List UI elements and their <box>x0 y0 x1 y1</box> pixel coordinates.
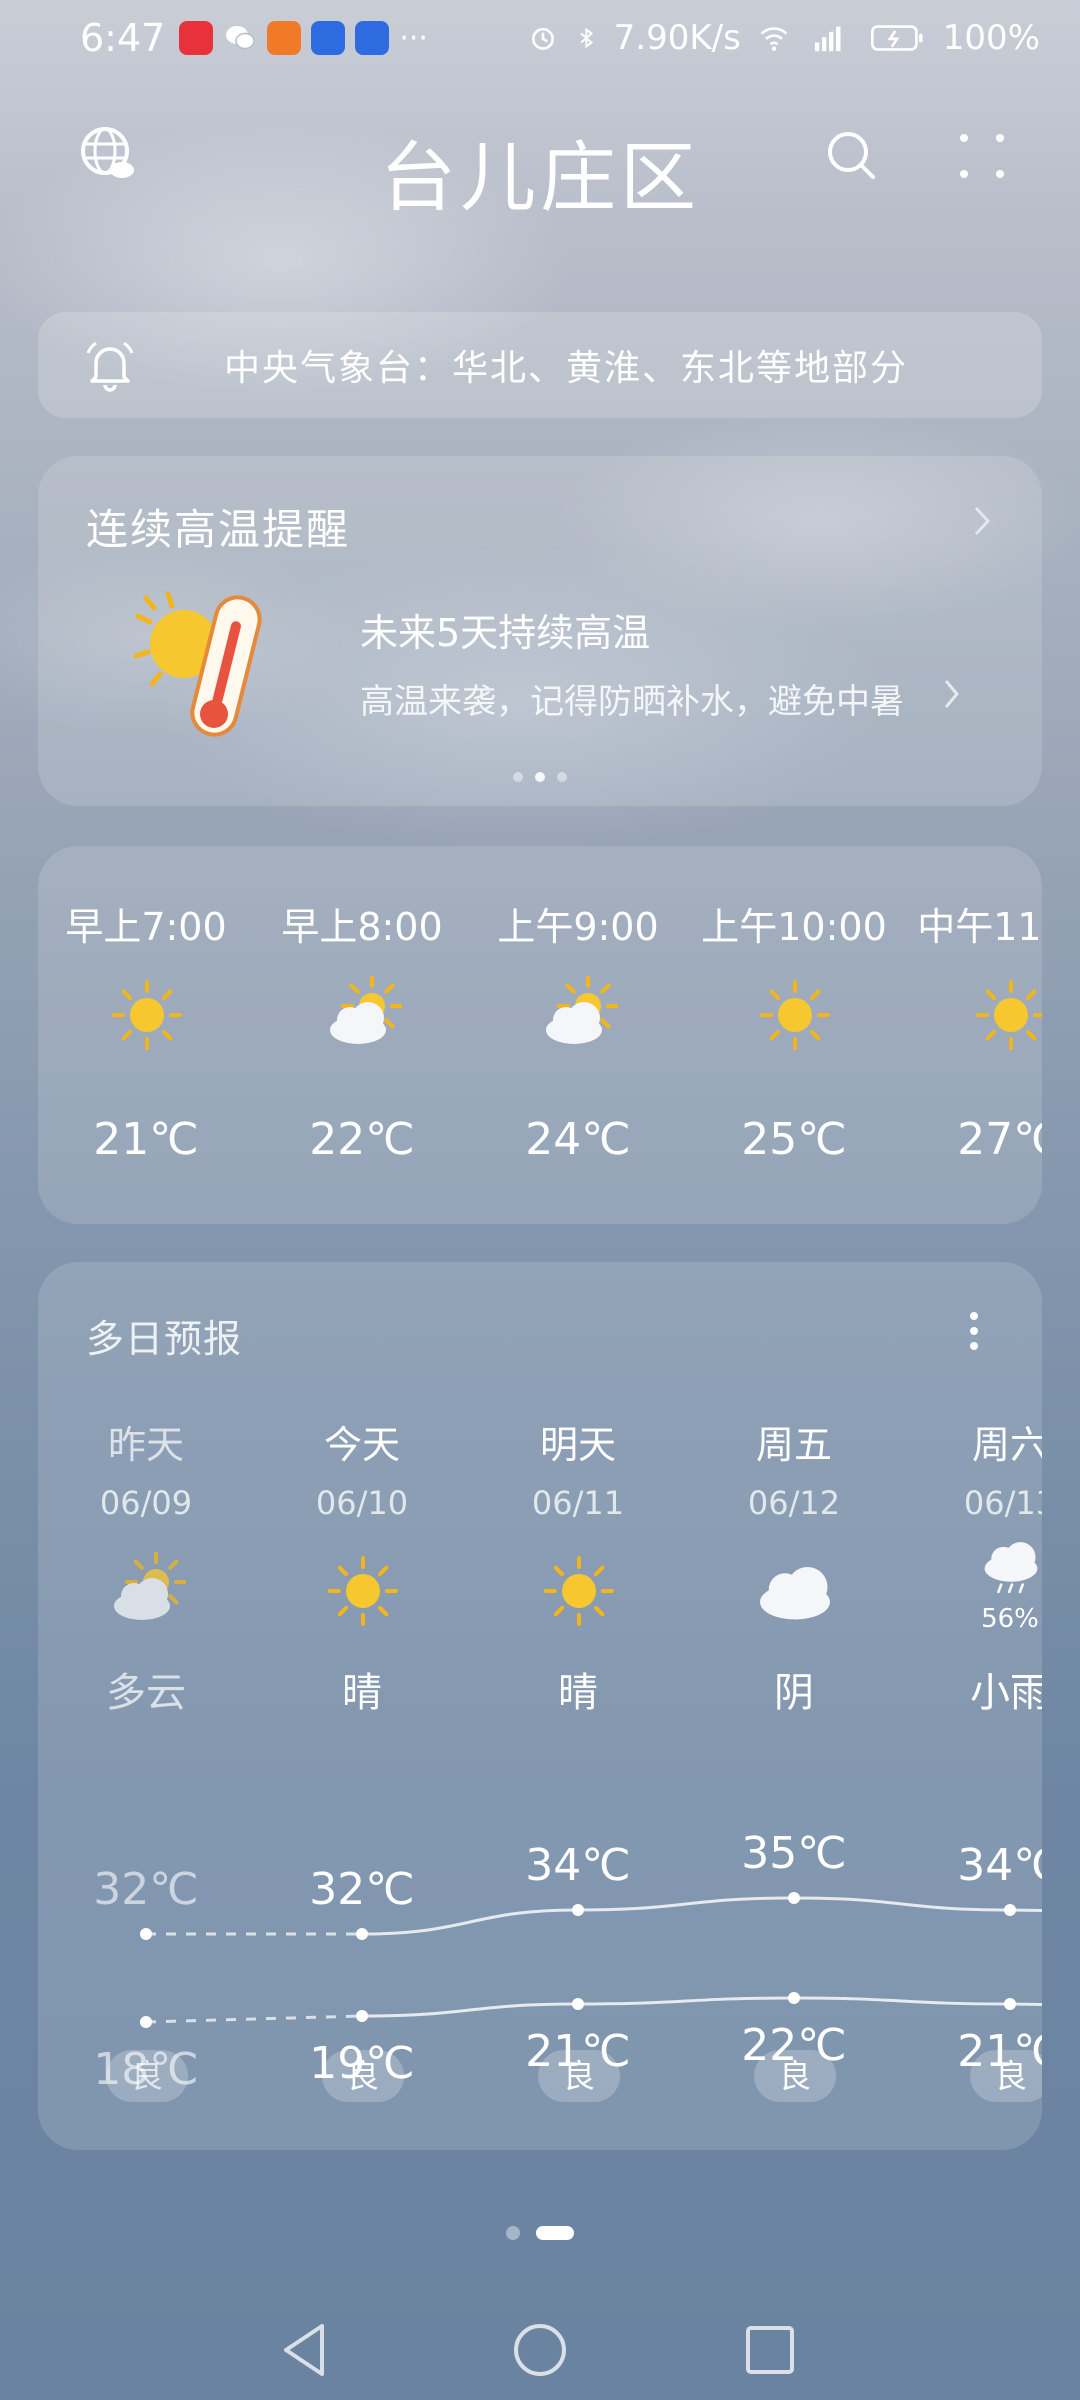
low-temp-label: 18℃ <box>93 2044 198 2095</box>
network-speed: 7.90K/s <box>613 18 741 58</box>
trend-point <box>356 2010 368 2022</box>
hour-time: 上午9:00 <box>497 905 659 949</box>
trend-line <box>361 1896 1042 1936</box>
trend-point <box>572 1904 584 1916</box>
sunny-icon <box>972 976 1042 1054</box>
hourly-forecast-card[interactable]: 早上7:00 21℃ 早上8:00 22℃ 上午9:00 24℃ 上午10:00… <box>38 846 1042 1224</box>
more-notifications: ··· <box>399 20 428 56</box>
high-temp-label: 32℃ <box>309 1864 414 1915</box>
status-right: 7.90K/s 100% <box>526 18 1040 58</box>
page-indicator <box>0 2226 1080 2240</box>
battery-level: 100% <box>942 18 1040 58</box>
heat-detail: 高温来袭，记得防晒补水，避免中暑 <box>360 682 904 722</box>
weather-alert-banner[interactable]: 中央气象台：华北、黄淮、东北等地部分 <box>38 312 1042 418</box>
trend-point <box>788 1892 800 1904</box>
system-nav-bar <box>0 2300 1080 2400</box>
low-temp-label: 21℃ <box>957 2026 1042 2077</box>
chevron-right-icon[interactable] <box>972 504 992 538</box>
trend-point <box>1004 1998 1016 2010</box>
temperature-trend-chart: 32℃ 18℃ 32℃ 19℃ 34℃ 21℃ 35℃ 22℃ 34℃ 21℃ <box>93 1828 1042 2095</box>
wifi-icon <box>760 27 788 51</box>
detail-chevron-icon <box>944 680 959 708</box>
alert-text: 中央气象台：华北、黄淮、东北等地部分 <box>224 348 909 389</box>
hour-time: 早上7:00 <box>65 905 227 949</box>
high-temp-label: 35℃ <box>741 1828 846 1879</box>
trend-point <box>140 1928 152 1940</box>
notification-icons: ··· <box>179 21 428 56</box>
status-time: 6:47 <box>80 16 166 60</box>
search-icon[interactable] <box>824 128 880 184</box>
page-title: 台儿庄区 <box>380 133 700 222</box>
hour-temp: 24℃ <box>525 1114 631 1165</box>
hour-temp: 22℃ <box>309 1114 415 1165</box>
carousel-dot-active <box>535 772 545 782</box>
low-temp-label: 22℃ <box>741 2020 846 2071</box>
baidu-icon <box>311 21 346 55</box>
carousel-dot <box>513 772 523 782</box>
heat-warning-card[interactable]: 连续高温提醒 未来5天持续高温 高温来袭，记得防晒补水，避免中暑 <box>38 456 1042 806</box>
heat-headline: 未来5天持续高温 <box>360 611 651 655</box>
huawei-store-icon <box>179 21 214 55</box>
bluetooth-icon <box>580 27 593 49</box>
hour-time: 上午10:00 <box>701 905 887 949</box>
thermometer-sun-icon <box>133 591 262 737</box>
trend-point <box>356 1928 368 1940</box>
signal-icon <box>814 26 841 52</box>
header: 台儿庄区 <box>0 110 1080 222</box>
home-icon[interactable] <box>504 2314 576 2386</box>
video-app-icon <box>267 21 302 55</box>
hour-time: 中午11:00 <box>917 905 1042 949</box>
page-dot[interactable] <box>506 2226 520 2240</box>
trend-line <box>361 1996 1042 2018</box>
carousel-dots <box>38 772 1042 782</box>
sunny-icon <box>756 976 834 1054</box>
high-temp-label: 34℃ <box>525 1840 630 1891</box>
status-bar: 6:47 ··· 7.90K/s 100% <box>0 0 1080 76</box>
trend-past-segment <box>145 2014 363 2024</box>
grid-menu-icon[interactable] <box>954 128 1010 184</box>
wechat-icon <box>226 26 256 50</box>
low-temp-label: 21℃ <box>525 2026 630 2077</box>
high-temp-label: 34℃ <box>957 1840 1042 1891</box>
partly-cloudy-icon <box>324 975 403 1054</box>
carousel-dot <box>557 772 567 782</box>
high-temp-label: 32℃ <box>93 1864 198 1915</box>
hour-time: 早上8:00 <box>281 905 443 949</box>
partly-cloudy-icon <box>540 975 619 1054</box>
back-icon[interactable] <box>270 2314 342 2386</box>
bell-icon <box>86 341 134 392</box>
low-temp-label: 19℃ <box>309 2038 414 2089</box>
page-dot-active[interactable] <box>536 2226 574 2240</box>
alarm-icon <box>531 27 554 50</box>
hour-temp: 27℃ <box>957 1114 1042 1165</box>
hour-temp: 25℃ <box>741 1114 847 1165</box>
sunny-icon <box>108 976 186 1054</box>
multi-day-forecast-card[interactable]: 多日预报 昨天 06/09 多云 良 今天 06/10 晴 良 明天 06/11… <box>38 1262 1042 2150</box>
trend-point <box>1004 1904 1016 1916</box>
heat-card-title: 连续高温提醒 <box>86 505 351 554</box>
baidu-icon-2 <box>355 21 390 55</box>
trend-point <box>140 2016 152 2028</box>
hour-temp: 21℃ <box>93 1114 199 1165</box>
recents-icon[interactable] <box>734 2314 806 2386</box>
trend-point <box>788 1992 800 2004</box>
battery-icon <box>870 25 923 51</box>
trend-point <box>572 1998 584 2010</box>
